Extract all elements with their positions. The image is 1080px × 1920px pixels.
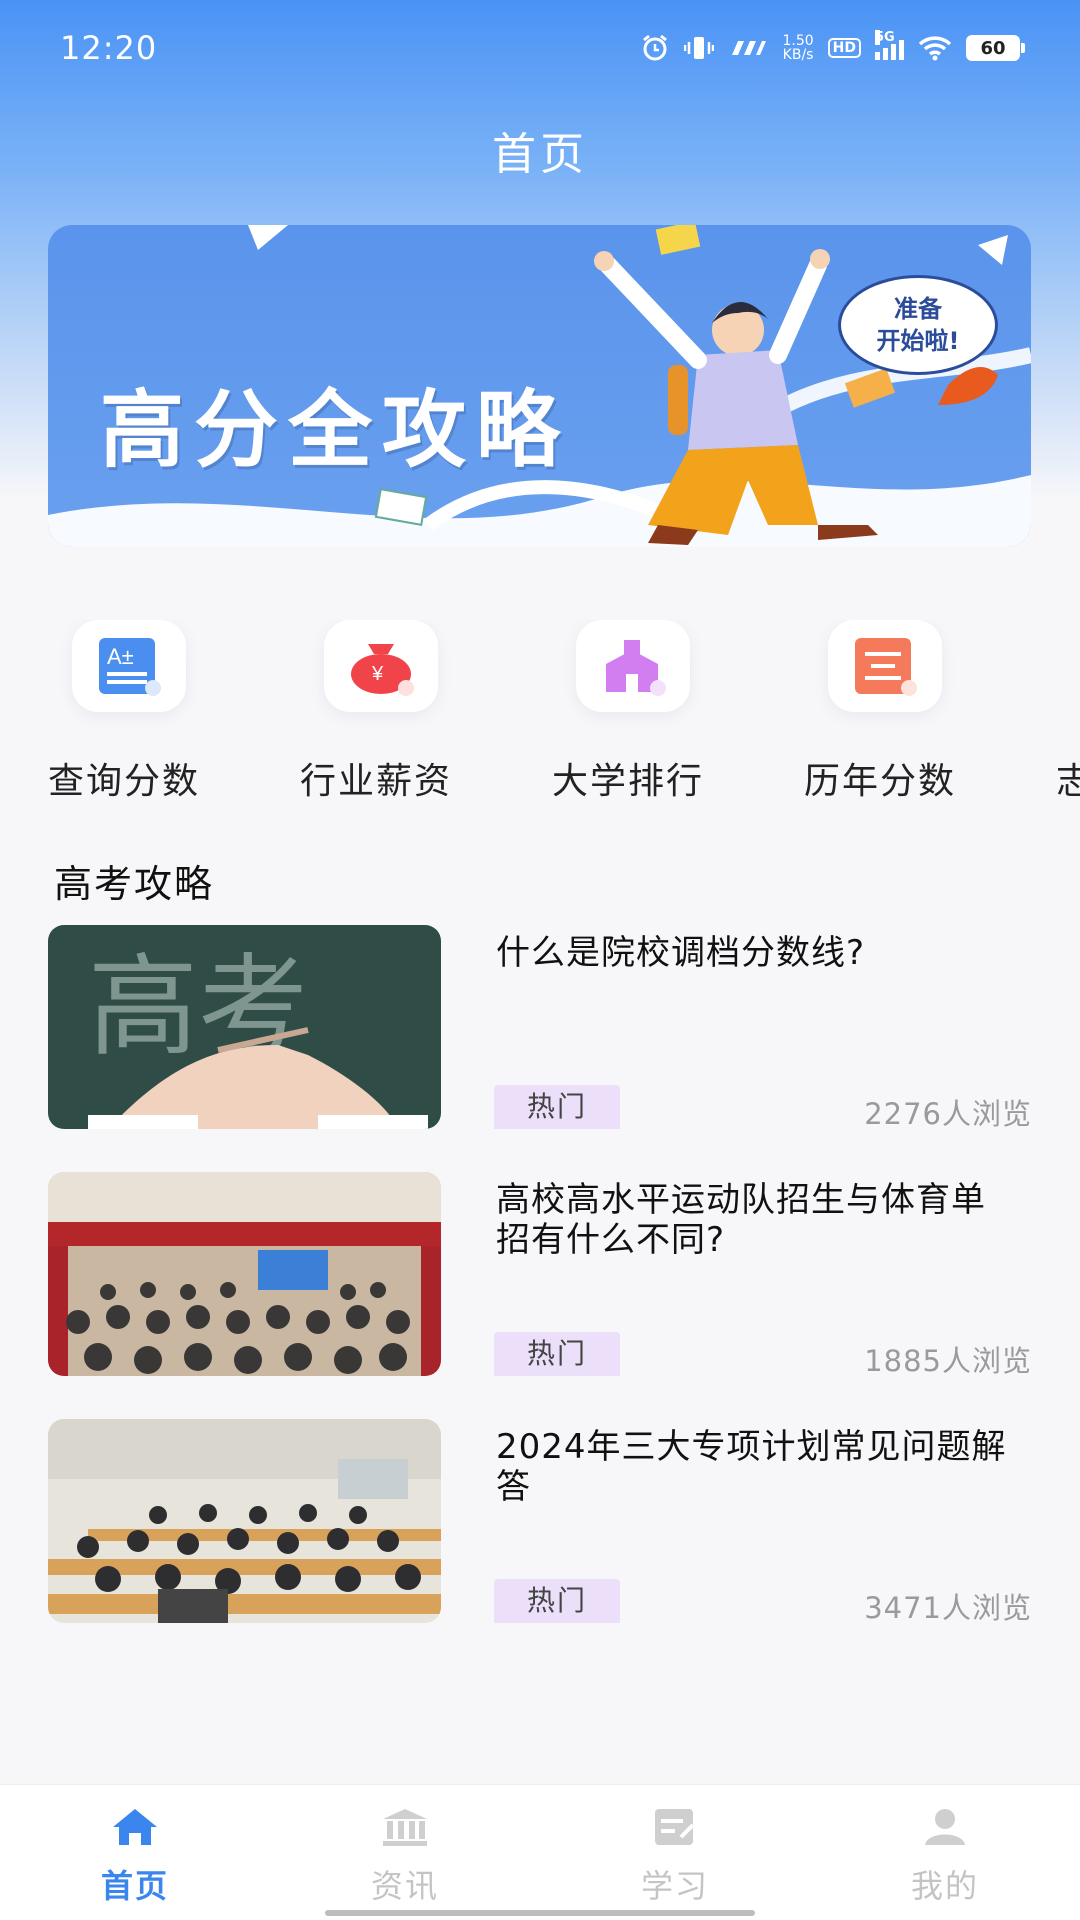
page-title: 首页	[492, 129, 588, 180]
quick-menu: A± 查询分数 ¥ 行业薪资 大学排行 历年分数 志	[0, 620, 1080, 800]
article-title: 高校高水平运动队招生与体育单招有什么不同?	[496, 1180, 986, 1260]
status-bar: 12:20 1.50 KB/s HD 5G 60	[0, 0, 1080, 96]
home-indicator[interactable]	[325, 1910, 755, 1916]
article-title: 2024年三大专项计划常见问题解答	[496, 1427, 1007, 1507]
money-bag-icon: ¥	[324, 620, 438, 712]
nav-label: 首页	[100, 1867, 169, 1905]
quick-menu-item-salary[interactable]: ¥ 行业薪资	[300, 620, 500, 800]
wifi-icon	[918, 35, 952, 61]
banner-speech-bubble: 准备 开始啦!	[838, 275, 998, 375]
promo-banner[interactable]: 高分全攻略 准备 开始啦!	[48, 225, 1031, 547]
hot-tag: 热门	[494, 1085, 620, 1129]
nav-item-news[interactable]: 资讯	[270, 1785, 540, 1920]
nav-item-home[interactable]: 首页	[0, 1785, 270, 1920]
article-thumbnail: 高考	[48, 925, 441, 1129]
university-icon	[576, 620, 690, 712]
net-speed: 1.50 KB/s	[782, 34, 813, 62]
net-speed-value: 1.50	[782, 33, 814, 49]
view-count: 1885人浏览	[864, 1344, 1032, 1378]
hot-tag: 热门	[494, 1332, 620, 1376]
section-title: 高考攻略	[54, 862, 215, 906]
nav-item-mine[interactable]: 我的	[810, 1785, 1080, 1920]
status-icons: 1.50 KB/s HD 5G 60	[640, 30, 1025, 62]
nav-item-study[interactable]: 学习	[540, 1785, 810, 1920]
user-icon	[921, 1807, 969, 1851]
quick-menu-label: 大学排行	[552, 761, 705, 800]
net-speed-unit: KB/s	[782, 47, 814, 63]
history-scores-icon	[828, 620, 942, 712]
banner-title: 高分全攻略	[100, 381, 571, 479]
quick-menu-item-partial[interactable]: 志	[1056, 620, 1080, 800]
quick-menu-item-score-query[interactable]: A± 查询分数	[48, 620, 248, 800]
quick-menu-label: 行业薪资	[300, 761, 453, 800]
vibrate-icon	[684, 34, 715, 62]
signal-icon: 5G	[875, 30, 904, 60]
svg-text:A±: A±	[107, 644, 134, 669]
view-count: 2276人浏览	[864, 1097, 1032, 1131]
alarm-icon	[640, 34, 670, 62]
quick-menu-label: 志	[1056, 761, 1080, 800]
home-icon	[111, 1807, 159, 1851]
article-item[interactable]: 2024年三大专项计划常见问题解答 热门 3471人浏览	[48, 1419, 1032, 1625]
article-thumbnail	[48, 1172, 441, 1376]
notebook-icon	[651, 1807, 699, 1851]
svg-text:¥: ¥	[371, 663, 384, 685]
quick-menu-item-university-rank[interactable]: 大学排行	[552, 620, 752, 800]
article-item[interactable]: 高校高水平运动队招生与体育单招有什么不同? 热门 1885人浏览	[48, 1172, 1032, 1378]
score-query-icon: A±	[72, 620, 186, 712]
quick-menu-label: 查询分数	[48, 761, 201, 800]
view-count: 3471人浏览	[864, 1591, 1032, 1625]
quick-menu-item-history-scores[interactable]: 历年分数	[804, 620, 1004, 800]
article-item[interactable]: 高考 什么是院校调档分数线? 热门 2276人浏览	[48, 925, 1032, 1131]
bubble-line-2: 开始啦!	[876, 327, 960, 355]
hd-badge: HD	[827, 38, 861, 58]
carrier-icon	[728, 37, 768, 59]
network-type: 5G	[875, 30, 895, 45]
bottom-nav: 首页 资讯 学习 我的	[0, 1784, 1080, 1920]
status-time: 12:20	[60, 29, 158, 67]
battery-icon: 60	[966, 35, 1025, 61]
bubble-line-1: 准备	[894, 295, 942, 323]
article-title: 什么是院校调档分数线?	[496, 933, 866, 973]
nav-label: 学习	[640, 1867, 709, 1905]
hot-tag: 热门	[494, 1579, 620, 1623]
bank-icon	[381, 1807, 429, 1851]
article-thumbnail	[48, 1419, 441, 1623]
nav-label: 我的	[910, 1867, 979, 1905]
nav-label: 资讯	[370, 1867, 439, 1905]
quick-menu-label: 历年分数	[804, 761, 957, 800]
